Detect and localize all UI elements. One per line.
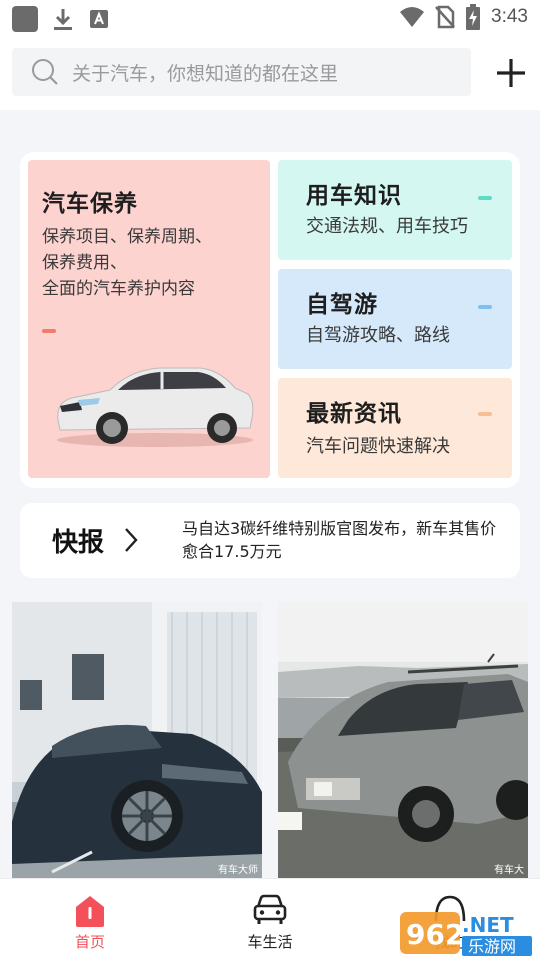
nav-label: 首页 <box>74 933 105 951</box>
category-panel: 汽车保养 保养项目、保养周期、 保养费用、 全面的汽车养护内容 用车知识 交通法… <box>20 152 520 488</box>
tile-desc: 保养项目、保养周期、 保养费用、 全面的汽车养护内容 <box>42 227 212 299</box>
status-left <box>12 6 110 32</box>
accent-dash <box>478 412 492 416</box>
tile-desc: 自驾游攻略、路线 <box>306 325 450 346</box>
article-image[interactable]: 有车大师 <box>12 602 262 878</box>
watermark: 有车大师 <box>218 865 258 876</box>
search-header: 关于汽车，你想知道的都在这里 <box>0 36 540 110</box>
tile-desc: 汽车问题快速解决 <box>306 436 450 457</box>
sports-car-photo <box>12 602 262 878</box>
tile-title: 汽车保养 <box>42 191 138 217</box>
home-icon <box>76 896 104 927</box>
brand-sub: 乐游网 <box>468 937 516 956</box>
nav-car-life[interactable]: 车生活 <box>210 879 330 960</box>
download-icon <box>54 9 72 30</box>
tile-desc: 交通法规、用车技巧 <box>306 216 468 237</box>
car-maintenance-tile[interactable]: 汽车保养 保养项目、保养周期、 保养费用、 全面的汽车养护内容 <box>28 160 270 478</box>
car-icon <box>253 894 287 924</box>
search-input[interactable]: 关于汽车，你想知道的都在这里 <box>12 48 471 96</box>
tile-title: 用车知识 <box>306 183 402 209</box>
tile-title: 自驾游 <box>306 292 378 318</box>
latest-news-tile[interactable]: 最新资讯 汽车问题快速解决 <box>278 378 512 478</box>
road-trip-tile[interactable]: 自驾游 自驾游攻略、路线 <box>278 269 512 369</box>
search-placeholder: 关于汽车，你想知道的都在这里 <box>72 62 339 85</box>
add-button[interactable] <box>492 54 530 92</box>
flash-news-label: 快报 <box>52 528 105 558</box>
brand-main: 962 <box>406 918 464 951</box>
text-recognition-icon <box>90 10 108 28</box>
brand-watermark-logo: 962 .NET 乐游网 <box>400 912 532 956</box>
battery-charging-icon <box>466 4 481 30</box>
accent-dash <box>478 305 492 309</box>
flash-news-bar[interactable]: 快报 马自达3碳纤维特别版官图发布，新车其售价愈合17.5万元 <box>20 503 520 578</box>
article-image[interactable]: 有车大 <box>278 602 528 878</box>
wifi-icon <box>400 7 425 27</box>
accent-dash <box>478 196 492 200</box>
nav-label: 车生活 <box>247 933 293 951</box>
watermark: 有车大 <box>494 865 524 876</box>
brand-suffix: .NET <box>462 913 514 937</box>
search-icon <box>32 59 58 85</box>
flash-news-text: 马自达3碳纤维特别版官图发布，新车其售价愈合17.5万元 <box>182 519 497 561</box>
station-wagon-photo <box>278 602 528 878</box>
no-sim-icon <box>435 5 455 29</box>
status-bar: 3:43 <box>0 0 540 36</box>
accent-dash <box>42 329 56 333</box>
car-image <box>57 367 254 447</box>
nav-home[interactable]: 首页 <box>30 879 150 960</box>
status-time: 3:43 <box>491 6 528 27</box>
status-right: 3:43 <box>399 4 528 30</box>
chevron-right-icon <box>125 528 138 552</box>
app-notification-icon <box>12 6 38 32</box>
tile-title: 最新资讯 <box>306 401 402 427</box>
car-knowledge-tile[interactable]: 用车知识 交通法规、用车技巧 <box>278 160 512 260</box>
